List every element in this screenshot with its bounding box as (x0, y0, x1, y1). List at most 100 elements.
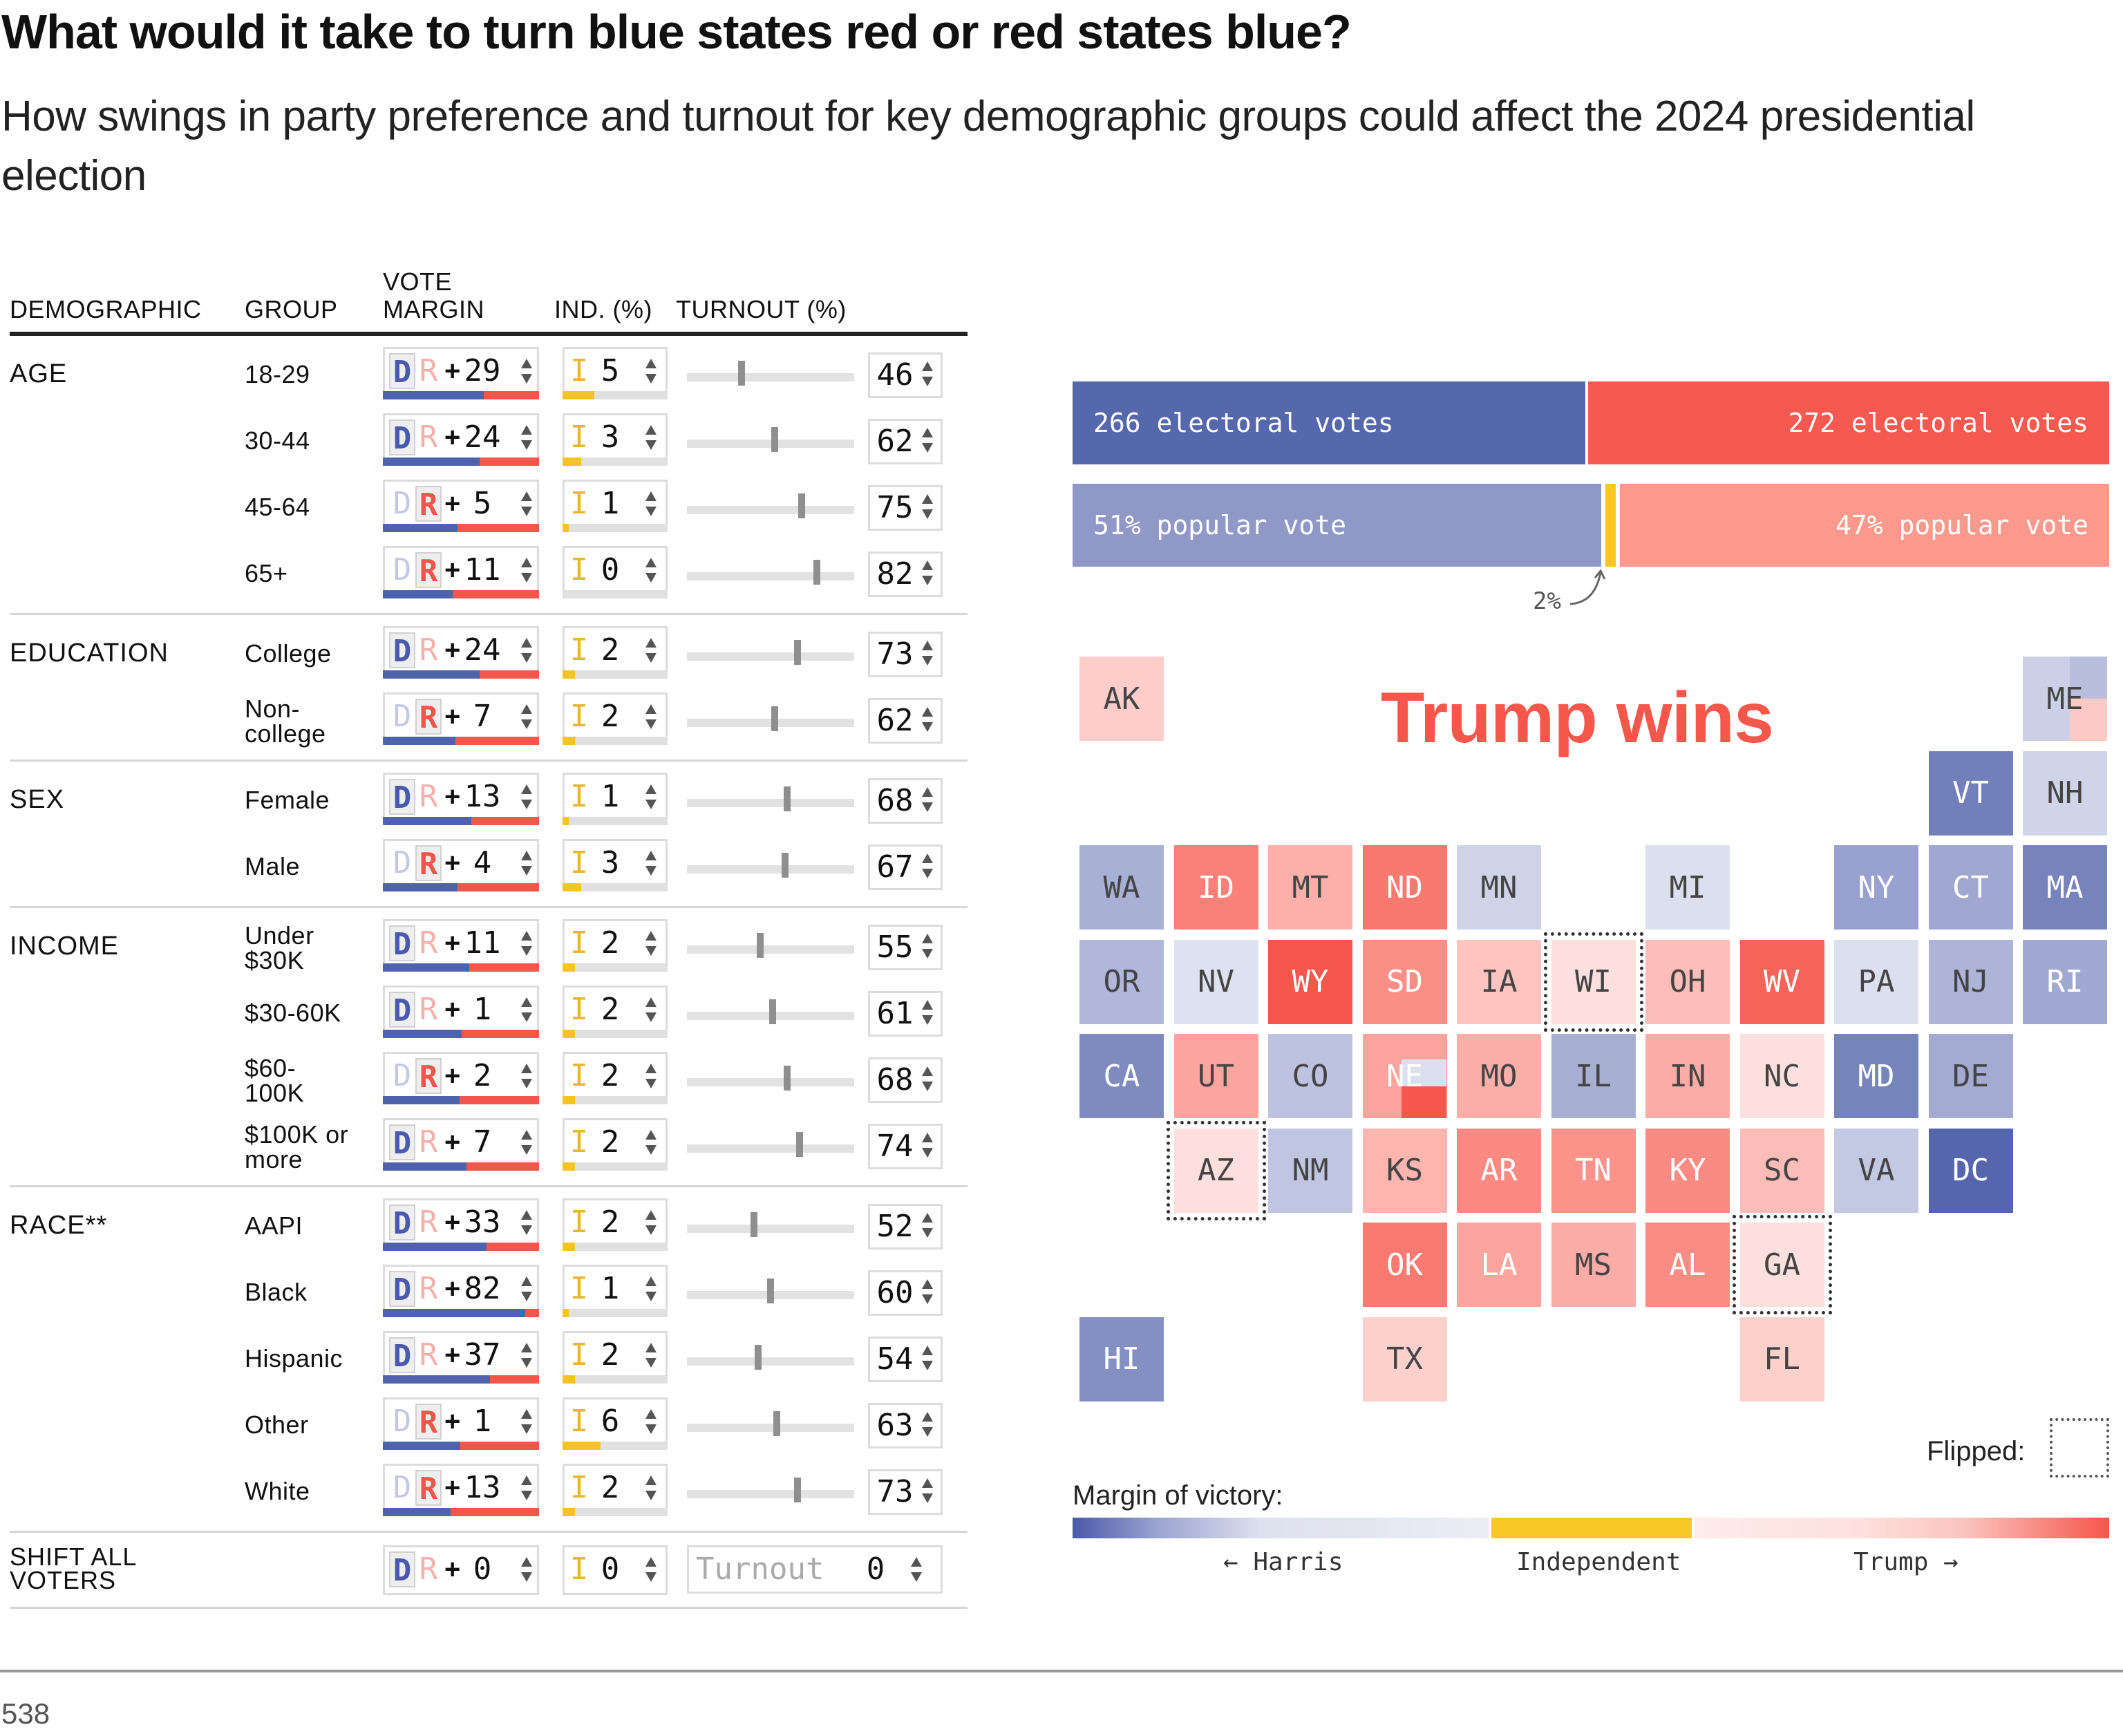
stepper-down-icon[interactable] (521, 866, 532, 876)
stepper-down-icon[interactable] (521, 946, 532, 956)
stepper-up-icon[interactable] (521, 931, 532, 941)
turnout-slider-thumb[interactable] (794, 640, 802, 665)
rep-toggle[interactable]: R (415, 992, 442, 1028)
stepper[interactable] (643, 1271, 659, 1307)
turnout-slider-thumb[interactable] (813, 560, 820, 585)
margin-value[interactable]: 37 (458, 1337, 507, 1373)
stepper[interactable] (920, 1406, 935, 1442)
state-tile-id[interactable]: ID (1173, 845, 1258, 930)
stepper-down-icon[interactable] (645, 719, 657, 729)
margin-value[interactable]: 4 (458, 845, 507, 881)
rep-toggle[interactable]: R (415, 632, 442, 668)
stepper-down-icon[interactable] (922, 1361, 933, 1370)
independent-input[interactable]: I2 (563, 985, 668, 1038)
margin-value[interactable]: 13 (458, 779, 507, 815)
ind-value[interactable]: 2 (595, 992, 625, 1028)
stepper-up-icon[interactable] (922, 707, 933, 717)
stepper-down-icon[interactable] (922, 443, 933, 453)
turnout-input[interactable]: 68 (868, 778, 943, 824)
state-tile-wa[interactable]: WA (1079, 845, 1164, 930)
state-tile-ak[interactable]: AK (1079, 657, 1164, 741)
turnout-slider-thumb[interactable] (767, 1279, 774, 1303)
stepper-down-icon[interactable] (645, 653, 657, 663)
stepper[interactable] (920, 782, 935, 818)
stepper-up-icon[interactable] (521, 1210, 532, 1220)
state-tile-sc[interactable]: SC (1739, 1128, 1824, 1213)
state-tile-al[interactable]: AL (1645, 1223, 1730, 1307)
stepper[interactable] (920, 1473, 935, 1509)
stepper-up-icon[interactable] (645, 1130, 657, 1140)
ind-value[interactable]: 2 (595, 632, 625, 668)
ind-value[interactable]: 1 (595, 779, 625, 815)
stepper-down-icon[interactable] (922, 576, 933, 585)
turnout-slider[interactable] (687, 999, 854, 1024)
stepper[interactable] (643, 779, 659, 815)
turnout-slider[interactable] (687, 706, 854, 731)
stepper[interactable] (643, 1470, 659, 1506)
state-tile-ia[interactable]: IA (1457, 939, 1541, 1024)
turnout-slider[interactable] (687, 640, 854, 665)
turnout-input[interactable]: 61 (868, 991, 943, 1037)
stepper[interactable] (920, 1207, 935, 1243)
stepper[interactable] (643, 699, 659, 735)
rep-toggle[interactable]: R (415, 779, 442, 815)
state-tile-ok[interactable]: OK (1362, 1223, 1447, 1307)
dem-toggle[interactable]: D (389, 1205, 415, 1241)
stepper-down-icon[interactable] (521, 1079, 532, 1088)
stepper-down-icon[interactable] (521, 573, 532, 583)
stepper-up-icon[interactable] (922, 1478, 933, 1488)
stepper-up-icon[interactable] (645, 784, 657, 794)
stepper[interactable] (519, 1124, 534, 1160)
independent-input[interactable]: I5 (563, 347, 668, 399)
vote-margin-input[interactable]: D R +11 (383, 919, 539, 972)
stepper[interactable] (643, 419, 659, 455)
stepper-up-icon[interactable] (922, 361, 933, 371)
turnout-value[interactable]: 68 (876, 1062, 914, 1098)
stepper[interactable] (519, 486, 534, 522)
stepper[interactable] (643, 1124, 659, 1160)
state-tile-nc[interactable]: NC (1739, 1034, 1824, 1118)
turnout-slider-thumb[interactable] (771, 706, 779, 731)
margin-value[interactable]: 1 (458, 1404, 507, 1440)
stepper-down-icon[interactable] (922, 1427, 933, 1437)
stepper-down-icon[interactable] (922, 1493, 933, 1503)
turnout-slider[interactable] (687, 853, 854, 878)
stepper-up-icon[interactable] (645, 1557, 657, 1567)
stepper-up-icon[interactable] (922, 494, 933, 504)
stepper-up-icon[interactable] (645, 558, 657, 567)
dem-toggle[interactable]: D (389, 1470, 415, 1506)
state-tile-va[interactable]: VA (1834, 1128, 1918, 1213)
rep-toggle[interactable]: R (415, 1470, 442, 1507)
stepper[interactable] (519, 1337, 534, 1373)
independent-input[interactable]: I2 (563, 1464, 668, 1516)
stepper-down-icon[interactable] (645, 1292, 657, 1301)
stepper-up-icon[interactable] (922, 934, 933, 943)
stepper-down-icon[interactable] (645, 1358, 657, 1368)
vote-margin-input[interactable]: D R +82 (383, 1265, 539, 1317)
margin-value[interactable]: 0 (458, 1551, 507, 1587)
state-tile-ar[interactable]: AR (1457, 1128, 1541, 1213)
stepper-down-icon[interactable] (645, 946, 657, 956)
stepper-up-icon[interactable] (521, 1064, 532, 1073)
stepper-down-icon[interactable] (521, 1145, 532, 1155)
independent-input[interactable]: I3 (563, 839, 668, 891)
turnout-slider-thumb[interactable] (754, 1345, 762, 1370)
stepper[interactable] (519, 1271, 534, 1307)
rep-toggle[interactable]: R (415, 845, 442, 882)
stepper-down-icon[interactable] (645, 1572, 657, 1582)
turnout-input[interactable]: 68 (868, 1057, 943, 1103)
stepper-down-icon[interactable] (521, 1292, 532, 1301)
state-tile-pa[interactable]: PA (1834, 939, 1918, 1024)
stepper[interactable] (920, 555, 935, 591)
margin-value[interactable]: 2 (458, 1058, 507, 1094)
stepper-up-icon[interactable] (521, 1475, 532, 1485)
stepper[interactable] (519, 1470, 534, 1506)
stepper[interactable] (519, 1058, 534, 1094)
state-tile-fl[interactable]: FL (1739, 1317, 1824, 1402)
stepper-down-icon[interactable] (521, 507, 532, 516)
margin-value[interactable]: 33 (458, 1205, 507, 1240)
dem-toggle[interactable]: D (389, 925, 415, 962)
rep-toggle[interactable]: R (415, 1337, 442, 1373)
vote-margin-input[interactable]: D R +13 (383, 1464, 539, 1516)
turnout-slider[interactable] (687, 361, 854, 386)
